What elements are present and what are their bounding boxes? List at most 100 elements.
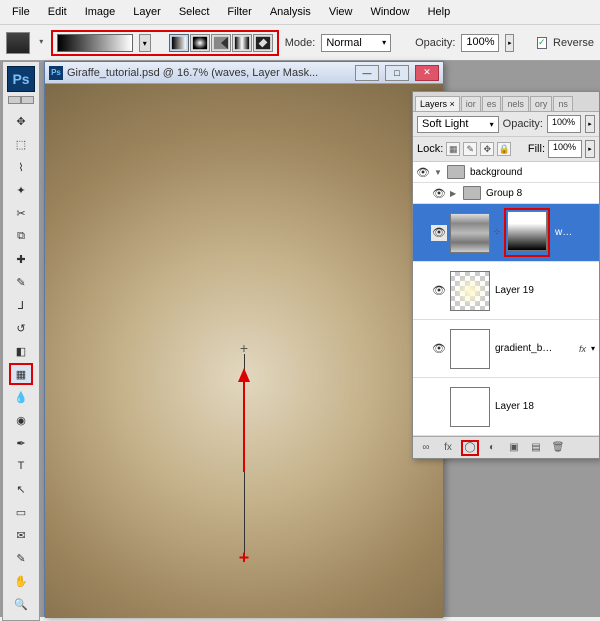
layer-row-group8[interactable]: 👁 ▶ Group 8: [413, 183, 599, 204]
dodge-tool[interactable]: ◉: [9, 409, 33, 431]
fill-input[interactable]: 100%: [548, 140, 582, 158]
expand-icon[interactable]: ▼: [434, 168, 444, 177]
visibility-toggle[interactable]: 👁: [431, 341, 447, 357]
lock-all-icon[interactable]: 🔒: [497, 142, 511, 156]
lasso-tool[interactable]: ⌇: [9, 156, 33, 178]
menu-analysis[interactable]: Analysis: [262, 3, 319, 21]
tab-partial-3[interactable]: es: [482, 96, 502, 111]
layer-mask-thumbnail[interactable]: [507, 211, 547, 251]
opacity-flyout[interactable]: ▸: [505, 34, 514, 52]
gradient-radial-icon[interactable]: [190, 34, 210, 52]
layer-name[interactable]: Layer 19: [493, 285, 534, 296]
gradient-dropdown[interactable]: ▾: [139, 34, 151, 52]
lock-position-icon[interactable]: ✥: [480, 142, 494, 156]
gradient-reflected-icon[interactable]: [232, 34, 252, 52]
visibility-toggle[interactable]: 👁: [415, 164, 431, 180]
add-mask-icon[interactable]: ◯: [461, 440, 479, 456]
layer-style-icon[interactable]: fx: [439, 440, 457, 456]
new-layer-icon[interactable]: ▤: [527, 440, 545, 456]
layer-name[interactable]: gradient_b…: [493, 343, 552, 354]
tab-partial-2[interactable]: ior: [461, 96, 481, 111]
hand-tool[interactable]: ✋: [9, 570, 33, 592]
mask-link-icon[interactable]: ⁘: [493, 227, 501, 238]
menu-help[interactable]: Help: [420, 3, 459, 21]
layer-name[interactable]: Group 8: [484, 188, 522, 199]
layer-row-waves[interactable]: 👁 ⁘ w…: [413, 204, 599, 262]
move-tool[interactable]: ✥: [9, 110, 33, 132]
gradient-diamond-icon[interactable]: [253, 34, 273, 52]
delete-layer-icon[interactable]: 🗑: [549, 440, 567, 456]
path-tool[interactable]: ↖: [9, 478, 33, 500]
screen-mode-icon[interactable]: [8, 96, 34, 104]
slice-tool[interactable]: ⧉: [9, 225, 33, 247]
panel-opacity-flyout[interactable]: ▸: [585, 115, 595, 133]
crop-tool[interactable]: ✂: [9, 202, 33, 224]
fx-badge[interactable]: fx: [579, 344, 588, 354]
canvas[interactable]: + +: [45, 84, 443, 618]
close-button[interactable]: ✕: [415, 65, 439, 81]
notes-tool[interactable]: ✉: [9, 524, 33, 546]
shape-tool[interactable]: ▭: [9, 501, 33, 523]
layer-row-layer19[interactable]: 👁 Layer 19: [413, 262, 599, 320]
eyedropper-tool[interactable]: ✎: [9, 547, 33, 569]
opacity-input[interactable]: 100%: [461, 34, 499, 52]
healing-tool[interactable]: ✚: [9, 248, 33, 270]
expand-icon[interactable]: ▶: [450, 189, 460, 198]
layer-row-gradient[interactable]: 👁 gradient_b… fx ▾: [413, 320, 599, 378]
layer-name[interactable]: background: [468, 167, 522, 178]
fill-flyout[interactable]: ▸: [585, 140, 595, 158]
minimize-button[interactable]: —: [355, 65, 379, 81]
tab-layers[interactable]: Layers ×: [415, 96, 460, 111]
reverse-checkbox[interactable]: ✓: [537, 37, 548, 49]
layer-thumbnail[interactable]: [450, 387, 490, 427]
lock-pixels-icon[interactable]: ✎: [463, 142, 477, 156]
menu-layer[interactable]: Layer: [125, 3, 169, 21]
layer-name[interactable]: Layer 18: [493, 401, 534, 412]
link-layers-icon[interactable]: ∞: [417, 440, 435, 456]
wand-tool[interactable]: ✦: [9, 179, 33, 201]
new-group-icon[interactable]: ▣: [505, 440, 523, 456]
maximize-button[interactable]: □: [385, 65, 409, 81]
layer-row-background[interactable]: 👁 ▼ background: [413, 162, 599, 183]
layer-name[interactable]: w…: [553, 227, 572, 238]
gradient-picker[interactable]: [57, 34, 133, 52]
zoom-tool[interactable]: 🔍: [9, 593, 33, 615]
menu-select[interactable]: Select: [171, 3, 218, 21]
menu-file[interactable]: File: [4, 3, 38, 21]
gradient-angle-icon[interactable]: [211, 34, 231, 52]
layer-thumbnail[interactable]: [450, 329, 490, 369]
tab-partial-6[interactable]: ns: [553, 96, 573, 111]
tool-preset-picker[interactable]: [6, 32, 30, 54]
menu-window[interactable]: Window: [362, 3, 417, 21]
menu-edit[interactable]: Edit: [40, 3, 75, 21]
stamp-tool[interactable]: ⅃: [9, 294, 33, 316]
visibility-toggle[interactable]: 👁: [431, 283, 447, 299]
gradient-tool[interactable]: ▦: [9, 363, 33, 385]
layer-row-layer18[interactable]: Layer 18: [413, 378, 599, 436]
type-tool[interactable]: T: [9, 455, 33, 477]
tab-partial-5[interactable]: ory: [530, 96, 553, 111]
visibility-toggle[interactable]: 👁: [431, 185, 447, 201]
adjustment-layer-icon[interactable]: ◐: [483, 440, 501, 456]
menu-view[interactable]: View: [321, 3, 361, 21]
marquee-tool[interactable]: ⬚: [9, 133, 33, 155]
gradient-linear-icon[interactable]: [169, 34, 189, 52]
panel-opacity-input[interactable]: 100%: [547, 115, 581, 133]
visibility-toggle[interactable]: 👁: [431, 225, 447, 241]
fx-expand-icon[interactable]: ▾: [591, 344, 597, 353]
blur-tool[interactable]: 💧: [9, 386, 33, 408]
pen-tool[interactable]: ✒: [9, 432, 33, 454]
layer-thumbnail[interactable]: [450, 271, 490, 311]
brush-tool[interactable]: ✎: [9, 271, 33, 293]
visibility-toggle[interactable]: [431, 399, 447, 415]
document-titlebar[interactable]: Ps Giraffe_tutorial.psd @ 16.7% (waves, …: [45, 62, 443, 84]
blend-mode-select[interactable]: Soft Light▾: [417, 116, 499, 133]
menu-image[interactable]: Image: [77, 3, 124, 21]
lock-transparency-icon[interactable]: ▦: [446, 142, 460, 156]
mode-select[interactable]: Normal▾: [321, 34, 391, 52]
layer-thumbnail[interactable]: [450, 213, 490, 253]
eraser-tool[interactable]: ◧: [9, 340, 33, 362]
menu-filter[interactable]: Filter: [219, 3, 259, 21]
history-brush-tool[interactable]: ↺: [9, 317, 33, 339]
tab-partial-4[interactable]: nels: [502, 96, 529, 111]
